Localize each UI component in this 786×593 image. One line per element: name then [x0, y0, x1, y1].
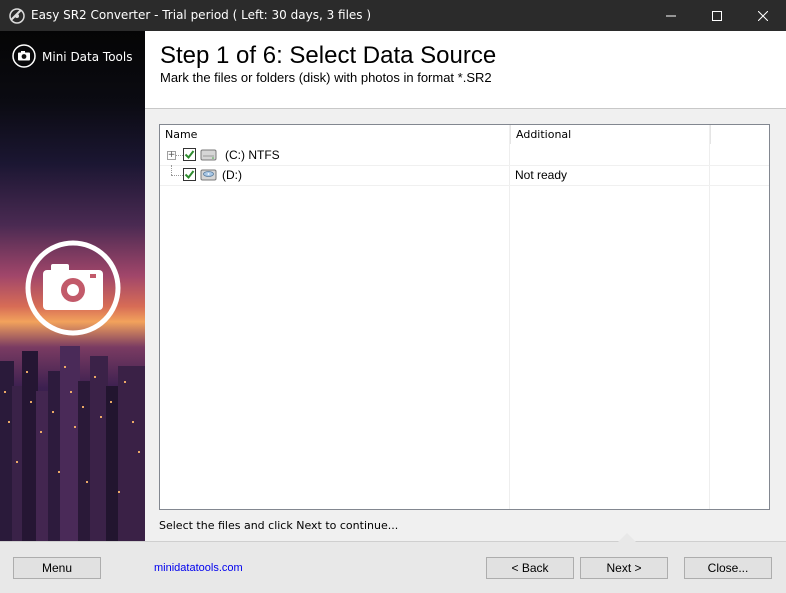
window-title: Easy SR2 Converter - Trial period ( Left…	[31, 8, 372, 22]
optical-drive-icon	[200, 169, 217, 181]
tree-row-c-drive[interactable]: + (C:) NTFS	[160, 145, 769, 165]
checkbox-d-drive[interactable]	[183, 168, 196, 181]
column-header-name[interactable]: Name	[160, 125, 510, 144]
left-panel: Mini Data Tools	[0, 31, 145, 541]
drive-status: Not ready	[515, 168, 568, 182]
website-link[interactable]: minidatatools.com	[154, 562, 243, 574]
row-divider	[160, 185, 769, 186]
next-button[interactable]: Next >	[580, 557, 668, 579]
close-icon	[758, 10, 768, 21]
data-source-tree[interactable]: Name Additional + (C:) NTFS (D:) Not rea…	[159, 124, 770, 510]
tree-line	[171, 175, 183, 176]
close-button[interactable]: Close...	[684, 557, 772, 579]
page-subtitle: Mark the files or folders (disk) with ph…	[160, 70, 492, 85]
hard-drive-icon	[200, 149, 217, 161]
menu-button[interactable]: Menu	[13, 557, 101, 579]
drive-name: (D:)	[222, 168, 242, 182]
hint-text: Select the files and click Next to conti…	[159, 519, 399, 532]
drive-name: (C:) NTFS	[225, 148, 280, 162]
column-header-additional[interactable]: Additional	[510, 125, 710, 144]
header-divider	[145, 108, 786, 109]
wizard-header: Step 1 of 6: Select Data Source Mark the…	[145, 31, 786, 108]
page-title: Step 1 of 6: Select Data Source	[160, 42, 497, 69]
camera-icon	[12, 44, 36, 68]
minimize-icon	[666, 15, 676, 16]
checkmark-icon	[184, 170, 195, 180]
expand-toggle[interactable]: +	[167, 151, 176, 160]
city-skyline-image	[0, 346, 145, 541]
checkmark-icon	[184, 150, 195, 160]
close-window-button[interactable]	[740, 0, 786, 31]
checkbox-c-drive[interactable]	[183, 148, 196, 161]
app-icon	[9, 8, 25, 24]
tree-row-d-drive[interactable]: (D:) Not ready	[160, 165, 769, 185]
tree-line	[171, 165, 172, 175]
bottom-bar: Menu minidatatools.com < Back Next > Clo…	[0, 533, 786, 593]
maximize-button[interactable]	[694, 0, 740, 31]
brand-name: Mini Data Tools	[42, 50, 133, 64]
back-button[interactable]: < Back	[486, 557, 574, 579]
column-header-empty	[710, 125, 770, 144]
title-bar: Easy SR2 Converter - Trial period ( Left…	[0, 0, 786, 31]
minimize-button[interactable]	[648, 0, 694, 31]
tree-line	[176, 155, 183, 156]
big-camera-icon	[25, 240, 121, 336]
maximize-icon	[712, 10, 722, 21]
next-indicator	[618, 533, 636, 542]
